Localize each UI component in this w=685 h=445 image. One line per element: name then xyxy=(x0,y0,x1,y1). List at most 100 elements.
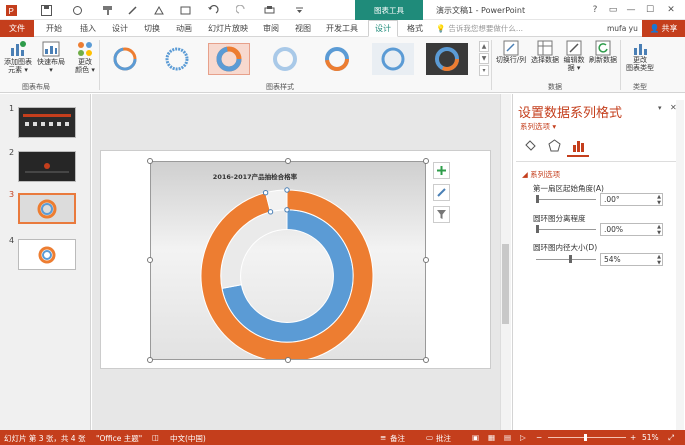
chart-styles-button[interactable] xyxy=(433,184,450,201)
reading-view-icon[interactable]: ▤ xyxy=(504,433,511,442)
resize-handle-tl[interactable] xyxy=(147,158,153,164)
tab-format[interactable]: 格式 xyxy=(401,20,429,37)
tab-transitions[interactable]: 切换 xyxy=(138,20,166,37)
change-colors-button[interactable]: 更改 颜色 ▾ xyxy=(72,40,98,74)
tell-me-box[interactable]: 💡 告诉我您想要做什么... xyxy=(436,22,594,35)
theme-status[interactable]: "Office 主题" xyxy=(96,433,142,444)
effects-tab[interactable] xyxy=(546,137,562,153)
zoom-slider-track[interactable] xyxy=(548,437,626,438)
share-button[interactable]: 👤 共享 xyxy=(642,20,685,37)
start-slideshow-icon[interactable] xyxy=(178,3,192,17)
spellcheck-icon[interactable]: ◫ xyxy=(152,433,159,442)
spinner-arrows-icon[interactable]: ▲ ▼ xyxy=(657,254,661,266)
chart-filters-button[interactable] xyxy=(433,206,450,223)
ribbon-display-button[interactable]: ▭ xyxy=(606,3,620,17)
resize-handle-bl[interactable] xyxy=(147,357,153,363)
maximize-button[interactable]: ☐ xyxy=(643,3,657,17)
tab-animations[interactable]: 动画 xyxy=(170,20,198,37)
tab-developer[interactable]: 开发工具 xyxy=(322,20,362,37)
chart-style-4[interactable] xyxy=(264,43,306,75)
minimize-button[interactable]: — xyxy=(624,3,638,17)
resize-handle-b[interactable] xyxy=(285,357,291,363)
gallery-more[interactable]: ▾ xyxy=(479,65,489,76)
undo-icon[interactable] xyxy=(206,3,220,17)
resize-handle-r[interactable] xyxy=(423,257,429,263)
tab-review[interactable]: 审阅 xyxy=(257,20,285,37)
comments-button[interactable]: 批注 xyxy=(436,433,451,444)
redo-icon[interactable] xyxy=(234,3,248,17)
user-name[interactable]: mufa yu xyxy=(607,24,638,33)
tab-design[interactable]: 设计 xyxy=(106,20,134,37)
chart-style-6[interactable] xyxy=(372,43,414,75)
slide-thumbnail-3-current[interactable] xyxy=(18,193,76,224)
first-slice-angle-input[interactable]: .00° ▲ ▼ xyxy=(600,193,663,206)
zoom-in-button[interactable]: + xyxy=(630,433,636,442)
zoom-out-button[interactable]: − xyxy=(536,433,542,442)
hole-size-track[interactable] xyxy=(536,259,596,260)
gallery-scroll-up[interactable]: ▲ xyxy=(479,41,489,52)
explosion-knob[interactable] xyxy=(536,225,539,233)
pane-scrollbar[interactable] xyxy=(676,100,684,430)
tab-home[interactable]: 开始 xyxy=(40,20,68,37)
comments-icon[interactable]: ▭ xyxy=(426,433,433,442)
format-painter-icon[interactable] xyxy=(100,3,114,17)
gallery-scroll-down[interactable]: ▼ xyxy=(479,53,489,64)
resize-handle-l[interactable] xyxy=(147,257,153,263)
touch-mode-icon[interactable] xyxy=(70,3,84,17)
chart-elements-button[interactable] xyxy=(433,162,450,179)
refresh-data-button[interactable]: 刷新数据 xyxy=(588,40,618,64)
add-chart-element-button[interactable]: 添加图表 元素 ▾ xyxy=(3,40,33,74)
hole-size-input[interactable]: 54% ▲ ▼ xyxy=(600,253,663,266)
resize-handle-t[interactable] xyxy=(285,158,291,164)
explosion-track[interactable] xyxy=(536,229,596,230)
spinner-arrows-icon[interactable]: ▲ ▼ xyxy=(657,194,661,206)
zoom-slider-knob[interactable] xyxy=(584,434,587,441)
change-chart-type-button[interactable]: 更改 图表类型 xyxy=(622,40,658,72)
chart-style-2[interactable] xyxy=(156,43,198,75)
first-slice-angle-track[interactable] xyxy=(536,199,596,200)
notes-button[interactable]: 备注 xyxy=(390,433,405,444)
slide-thumbnail-1[interactable] xyxy=(18,107,76,138)
normal-view-icon[interactable]: ▣ xyxy=(472,433,479,442)
first-slice-angle-knob[interactable] xyxy=(536,195,539,203)
hole-size-knob[interactable] xyxy=(569,255,572,263)
switch-row-column-button[interactable]: 切换行/列 xyxy=(494,40,528,64)
tab-slideshow[interactable]: 幻灯片放映 xyxy=(203,20,253,37)
customize-toolbar-icon[interactable] xyxy=(292,3,306,17)
slide-thumbnail-2[interactable] xyxy=(18,151,76,182)
explosion-input[interactable]: .00% ▲ ▼ xyxy=(600,223,663,236)
edit-data-button[interactable]: 编辑数 据 ▾ xyxy=(562,40,586,72)
save-icon[interactable] xyxy=(39,3,53,17)
slide-thumbnail-4[interactable] xyxy=(18,239,76,270)
sorter-view-icon[interactable]: ▦ xyxy=(488,433,495,442)
slideshow-view-icon[interactable]: ▷ xyxy=(520,433,526,442)
tab-chart-design[interactable]: 设计 xyxy=(368,20,398,37)
tab-view[interactable]: 视图 xyxy=(289,20,317,37)
language-status[interactable]: 中文(中国) xyxy=(170,433,206,444)
series-options-section[interactable]: ◢ 系列选项 xyxy=(522,169,560,180)
fill-line-tab[interactable] xyxy=(522,137,538,153)
chart-style-5[interactable] xyxy=(316,43,358,75)
help-button[interactable]: ? xyxy=(588,3,602,17)
series-options-tab[interactable] xyxy=(570,137,586,153)
chart-style-3-selected[interactable] xyxy=(208,43,250,75)
chart-style-7[interactable] xyxy=(426,43,468,75)
zoom-level[interactable]: 51% xyxy=(642,433,659,442)
tab-insert[interactable]: 插入 xyxy=(74,20,102,37)
chart-style-1[interactable] xyxy=(104,43,146,75)
tab-file[interactable]: 文件 xyxy=(0,20,34,37)
quick-layout-button[interactable]: 快速布局 ▾ xyxy=(34,40,68,74)
series-options-dropdown[interactable]: 系列选项 ▾ xyxy=(520,121,556,132)
pane-options-button[interactable]: ▾ xyxy=(658,104,662,112)
scrollbar-thumb[interactable] xyxy=(502,244,509,324)
fit-slide-icon[interactable]: ⤢ xyxy=(668,433,674,443)
notes-icon[interactable]: ≡ xyxy=(380,433,386,442)
pen-icon[interactable] xyxy=(125,3,139,17)
print-preview-icon[interactable] xyxy=(262,3,276,17)
resize-handle-tr[interactable] xyxy=(423,158,429,164)
draw-icon[interactable] xyxy=(152,3,166,17)
close-button[interactable]: ✕ xyxy=(664,3,678,17)
resize-handle-br[interactable] xyxy=(423,357,429,363)
select-data-button[interactable]: 选择数据 xyxy=(530,40,560,64)
spinner-arrows-icon[interactable]: ▲ ▼ xyxy=(657,224,661,236)
